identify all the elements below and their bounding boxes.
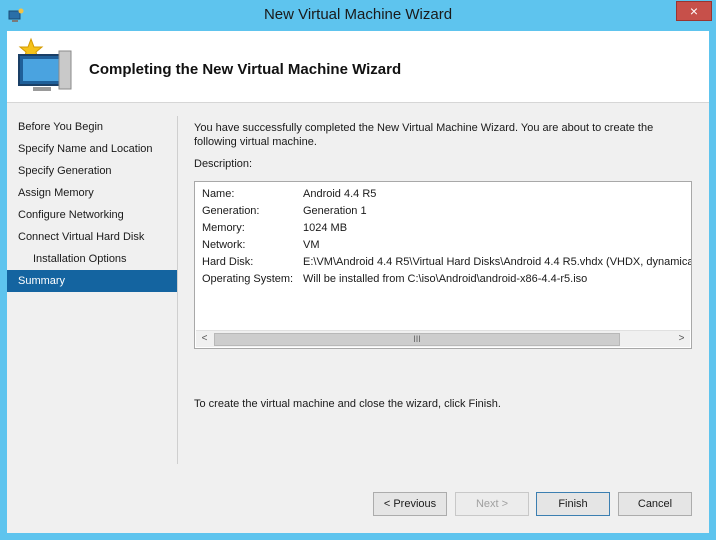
nav-item-specify-generation[interactable]: Specify Generation: [7, 160, 177, 182]
description-value: 1024 MB: [303, 222, 348, 234]
description-rows: Name: Android 4.4 R5 Generation: Generatio…: [202, 186, 691, 288]
intro-text: You have successfully completed the New …: [194, 122, 654, 148]
description-value: VM: [303, 239, 320, 251]
description-key: Operating System:: [202, 273, 294, 285]
description-value: Android 4.4 R5: [303, 188, 377, 200]
description-row: Network: VM: [202, 237, 686, 254]
nav-item-installation-options[interactable]: Installation Options: [7, 248, 177, 270]
description-key: Generation:: [202, 205, 260, 217]
nav-item-assign-memory[interactable]: Assign Memory: [7, 182, 177, 204]
description-value: Will be installed from C:\iso\Android\an…: [303, 273, 588, 285]
wizard-header: Completing the New Virtual Machine Wizar…: [7, 31, 709, 103]
description-row: Generation: Generation 1: [202, 203, 686, 220]
next-button[interactable]: Next >: [455, 492, 529, 516]
description-row: Operating System: Will be installed from …: [202, 271, 686, 288]
nav-item-specify-name-location[interactable]: Specify Name and Location: [7, 138, 177, 160]
description-value: Generation 1: [303, 205, 367, 217]
nav-item-configure-networking[interactable]: Configure Networking: [7, 204, 177, 226]
page-title: Completing the New Virtual Machine Wizar…: [89, 61, 402, 78]
finish-instruction: To create the virtual machine and close …: [194, 398, 501, 410]
cancel-button[interactable]: Cancel: [618, 492, 692, 516]
description-row: Hard Disk: E:\VM\Android 4.4 R5\Virtual H…: [202, 254, 691, 271]
description-key: Hard Disk:: [202, 256, 254, 268]
title-bar[interactable]: New Virtual Machine Wizard ×: [0, 0, 716, 32]
window-title: New Virtual Machine Wizard: [263, 6, 453, 23]
description-key: Name:: [202, 188, 235, 200]
description-value: E:\VM\Android 4.4 R5\Virtual Hard Disks\…: [303, 256, 692, 268]
previous-button[interactable]: < Previous: [373, 492, 447, 516]
wizard-window: New Virtual Machine Wizard × Completing …: [0, 0, 716, 540]
nav-item-connect-virtual-hard-disk[interactable]: Connect Virtual Hard Disk: [7, 226, 177, 248]
new-vm-wizard-icon: [13, 35, 75, 95]
close-button[interactable]: ×: [676, 1, 712, 21]
description-label: Description:: [194, 158, 253, 170]
scroll-thumb[interactable]: III: [214, 333, 620, 346]
horizontal-scrollbar[interactable]: < III >: [196, 330, 690, 347]
wizard-client-area: Completing the New Virtual Machine Wizar…: [7, 31, 709, 533]
description-box[interactable]: Name: Android 4.4 R5 Generation: Generatio…: [194, 181, 692, 349]
description-key: Network:: [202, 239, 246, 251]
description-row: Name: Android 4.4 R5: [202, 186, 686, 203]
description-key: Memory:: [202, 222, 245, 234]
wizard-steps-nav: Before You Begin Specify Name and Locati…: [7, 116, 177, 292]
summary-content: You have successfully completed the New …: [194, 121, 694, 410]
scroll-right-arrow-icon[interactable]: >: [673, 331, 690, 348]
nav-item-before-you-begin[interactable]: Before You Begin: [7, 116, 177, 138]
finish-button[interactable]: Finish: [536, 492, 610, 516]
nav-item-summary[interactable]: Summary: [7, 270, 177, 292]
scroll-left-arrow-icon[interactable]: <: [196, 331, 213, 348]
description-row: Memory: 1024 MB: [202, 220, 686, 237]
nav-divider: [177, 116, 178, 464]
